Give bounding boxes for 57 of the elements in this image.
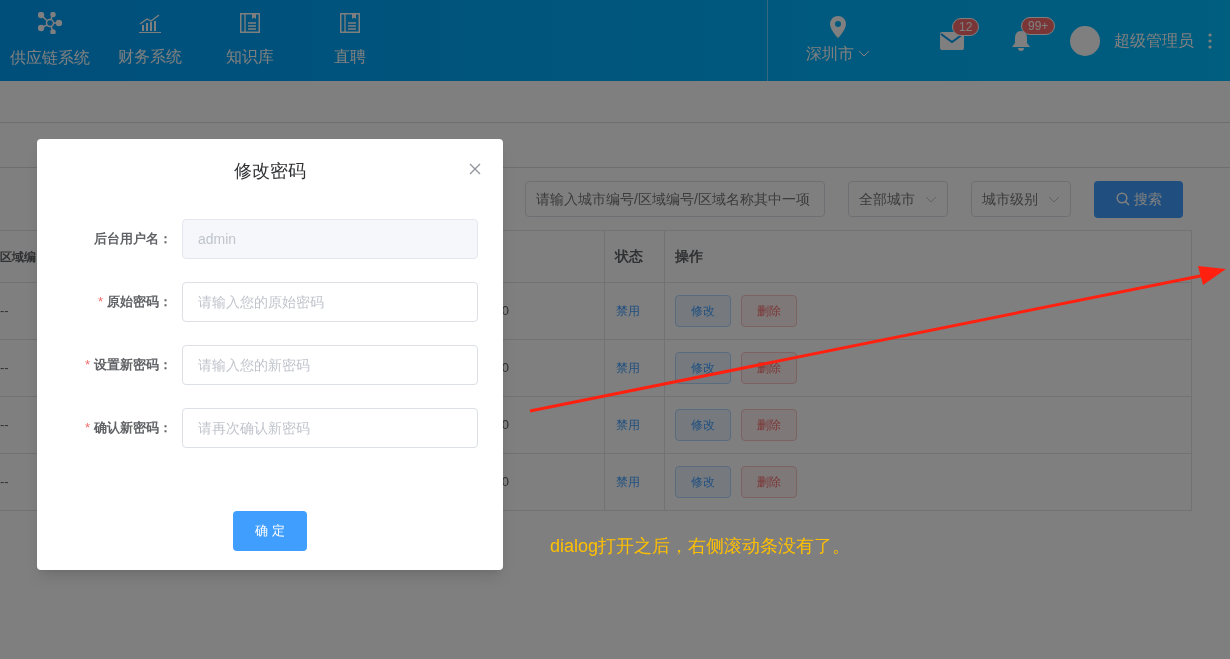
table-cell-text: --	[0, 473, 9, 492]
status-link[interactable]: 禁用	[616, 473, 640, 491]
search-field[interactable]: 请输入城市编号/区域编号/区域名称其中一项	[525, 181, 825, 217]
field-label: 后台用户名：	[94, 230, 172, 249]
column-header: 操作	[675, 247, 703, 266]
user-name[interactable]: 超级管理员	[1114, 28, 1194, 53]
nav-item[interactable]: 供应链系统	[0, 0, 100, 81]
edit-button[interactable]: 修改	[675, 352, 731, 384]
delete-button[interactable]: 删除	[741, 409, 797, 441]
table-cell-text: --	[0, 302, 9, 321]
status-link[interactable]: 禁用	[616, 302, 640, 320]
filter-select[interactable]: 全部城市	[848, 181, 948, 217]
close-icon[interactable]	[469, 163, 481, 175]
book-icon	[240, 12, 260, 33]
table-cell-text: --	[0, 416, 9, 435]
field-label: 设置新密码：	[94, 356, 172, 375]
table-cell-text: --	[0, 359, 9, 378]
search-icon	[1115, 192, 1130, 206]
bell-icon[interactable]	[1012, 30, 1030, 51]
chevron-down-icon	[925, 195, 937, 203]
delete-button[interactable]: 删除	[741, 466, 797, 498]
confirm-button[interactable]: 确 定	[233, 511, 307, 551]
annotation-text: dialog打开之后，右侧滚动条没有了。	[550, 535, 851, 558]
chevron-down-icon	[858, 50, 870, 57]
search-button[interactable]: 搜索	[1094, 180, 1183, 218]
required-mark: *	[84, 419, 90, 438]
city-selector[interactable]: 深圳市	[806, 15, 870, 66]
avatar[interactable]	[1070, 25, 1100, 56]
more-icon[interactable]	[1208, 32, 1212, 49]
nav-item[interactable]: 财务系统	[100, 0, 200, 81]
network-icon	[38, 11, 62, 34]
input-field[interactable]: 请输入您的新密码	[182, 345, 478, 385]
dialog-title: 修改密码	[234, 160, 306, 183]
chevron-down-icon	[1048, 195, 1060, 203]
count-badge: 12	[952, 17, 980, 36]
edit-button[interactable]: 修改	[675, 409, 731, 441]
required-mark: *	[97, 293, 103, 312]
delete-button[interactable]: 删除	[741, 295, 797, 327]
nav-item[interactable]: 知识库	[200, 0, 300, 81]
column-header: 区域编	[0, 248, 36, 266]
location-pin-icon	[830, 15, 846, 38]
edit-button[interactable]: 修改	[675, 466, 731, 498]
column-header: 状态	[615, 247, 643, 266]
status-link[interactable]: 禁用	[616, 359, 640, 377]
required-mark: *	[84, 356, 90, 375]
field-label: 确认新密码：	[94, 419, 172, 438]
count-badge: 99+	[1021, 16, 1056, 35]
input-field[interactable]: 请再次确认新密码	[182, 408, 478, 448]
bar-chart-icon	[139, 12, 161, 33]
input-field[interactable]: 请输入您的原始密码	[182, 282, 478, 322]
field-label: 原始密码：	[107, 293, 172, 312]
edit-button[interactable]: 修改	[675, 295, 731, 327]
mail-icon[interactable]	[940, 31, 964, 50]
nav-item[interactable]: 直聘	[300, 0, 400, 81]
status-link[interactable]: 禁用	[616, 416, 640, 434]
filter-select[interactable]: 城市级别	[971, 181, 1071, 217]
book-icon	[340, 12, 360, 33]
